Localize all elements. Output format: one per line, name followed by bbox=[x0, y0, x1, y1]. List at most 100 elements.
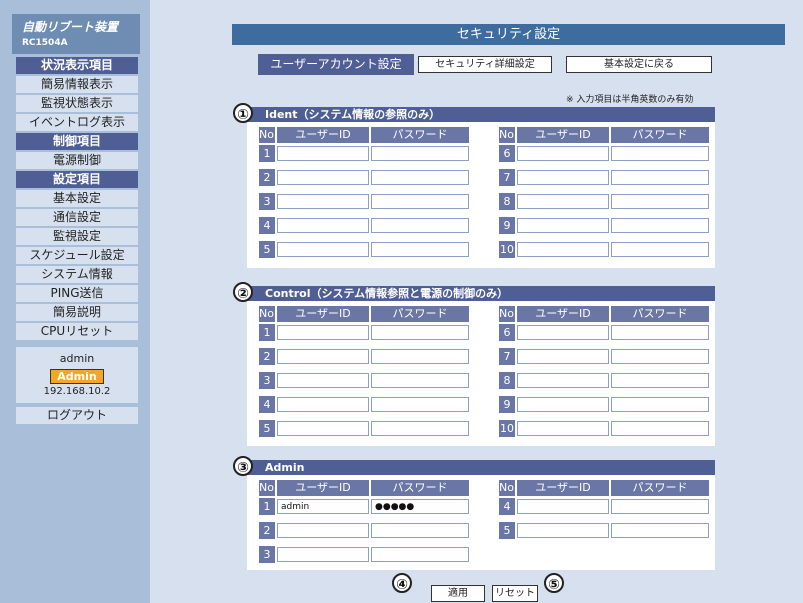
sidebar-item-12[interactable]: PING送信 bbox=[16, 285, 138, 302]
password-input[interactable] bbox=[371, 523, 469, 538]
password-input[interactable] bbox=[611, 373, 709, 388]
password-input[interactable] bbox=[371, 325, 469, 340]
sidebar-item-3[interactable]: イベントログ表示 bbox=[16, 114, 138, 131]
sidebar-item-8[interactable]: 通信設定 bbox=[16, 209, 138, 226]
password-input[interactable] bbox=[371, 242, 469, 257]
col-user-id-header: ユーザーID bbox=[517, 127, 609, 143]
user-id-input[interactable] bbox=[277, 170, 369, 185]
row-number: 2 bbox=[259, 169, 275, 186]
user-id-input[interactable] bbox=[277, 218, 369, 233]
password-input[interactable] bbox=[611, 218, 709, 233]
row-number: 2 bbox=[259, 348, 275, 365]
col-no-header: No. bbox=[499, 480, 518, 496]
password-input[interactable] bbox=[371, 373, 469, 388]
password-input[interactable] bbox=[611, 523, 709, 538]
user-id-input[interactable] bbox=[277, 523, 369, 538]
reset-button[interactable]: リセット bbox=[492, 585, 538, 602]
marker-4: ④ bbox=[392, 573, 412, 593]
password-input[interactable] bbox=[611, 242, 709, 257]
password-input[interactable] bbox=[371, 547, 469, 562]
row-number: 10 bbox=[499, 241, 515, 258]
password-input[interactable] bbox=[371, 349, 469, 364]
row-number: 5 bbox=[259, 241, 275, 258]
section-title: Admin bbox=[247, 460, 715, 475]
row-number: 8 bbox=[499, 193, 515, 210]
password-input[interactable] bbox=[611, 499, 709, 514]
col-password-header: パスワード bbox=[371, 127, 469, 143]
row-number: 7 bbox=[499, 169, 515, 186]
password-input[interactable] bbox=[371, 146, 469, 161]
col-user-id-header: ユーザーID bbox=[277, 306, 369, 322]
security-detail-button[interactable]: セキュリティ詳細設定 bbox=[418, 56, 552, 73]
password-input[interactable] bbox=[611, 170, 709, 185]
sidebar-item-7[interactable]: 基本設定 bbox=[16, 190, 138, 207]
logout-link[interactable]: ログアウト bbox=[16, 407, 138, 424]
sidebar-item-13[interactable]: 簡易説明 bbox=[16, 304, 138, 321]
col-password-header: パスワード bbox=[611, 127, 709, 143]
row-number: 1 bbox=[259, 498, 275, 515]
sidebar-item-9[interactable]: 監視設定 bbox=[16, 228, 138, 245]
row-number: 4 bbox=[259, 217, 275, 234]
user-id-input[interactable] bbox=[277, 325, 369, 340]
tab-user-account[interactable]: ユーザーアカウント設定 bbox=[258, 54, 414, 75]
col-no-header: No. bbox=[259, 127, 278, 143]
user-name: admin bbox=[59, 352, 95, 365]
user-id-input[interactable] bbox=[517, 499, 609, 514]
user-id-input[interactable] bbox=[277, 373, 369, 388]
password-input[interactable] bbox=[611, 349, 709, 364]
user-ip: 192.168.10.2 bbox=[43, 386, 111, 397]
password-input[interactable] bbox=[371, 218, 469, 233]
row-number: 6 bbox=[499, 324, 515, 341]
col-no-header: No. bbox=[499, 306, 518, 322]
password-input[interactable] bbox=[371, 421, 469, 436]
password-input[interactable] bbox=[611, 194, 709, 209]
sidebar-item-5[interactable]: 電源制御 bbox=[16, 152, 138, 169]
user-id-input[interactable] bbox=[277, 421, 369, 436]
logo: 自動リブート装置 RC1504A bbox=[12, 14, 140, 54]
password-input[interactable] bbox=[371, 194, 469, 209]
col-user-id-header: ユーザーID bbox=[277, 480, 369, 496]
section-2: Admin ③ No. ユーザーID パスワード No. ユーザーID パスワード 1 admin… bbox=[233, 456, 715, 570]
section-marker: ③ bbox=[233, 456, 253, 476]
password-input[interactable] bbox=[611, 421, 709, 436]
user-id-input[interactable] bbox=[517, 373, 609, 388]
password-input[interactable] bbox=[371, 397, 469, 412]
user-id-input[interactable] bbox=[517, 325, 609, 340]
sidebar-item-14[interactable]: CPUリセット bbox=[16, 323, 138, 340]
user-id-input[interactable] bbox=[517, 349, 609, 364]
apply-button[interactable]: 適用 bbox=[431, 585, 485, 602]
sidebar-item-10[interactable]: スケジュール設定 bbox=[16, 247, 138, 264]
user-id-input[interactable] bbox=[277, 349, 369, 364]
user-id-input[interactable] bbox=[517, 397, 609, 412]
sidebar-item-1[interactable]: 簡易情報表示 bbox=[16, 76, 138, 93]
user-id-input[interactable] bbox=[517, 170, 609, 185]
user-id-input[interactable] bbox=[517, 194, 609, 209]
user-id-input[interactable] bbox=[277, 242, 369, 257]
user-id-input[interactable] bbox=[277, 194, 369, 209]
password-input[interactable] bbox=[611, 325, 709, 340]
row-number: 5 bbox=[499, 522, 515, 539]
row-number: 10 bbox=[499, 420, 515, 437]
sidebar-section-6: 設定項目 bbox=[16, 171, 138, 188]
sidebar-item-11[interactable]: システム情報 bbox=[16, 266, 138, 283]
user-id-input[interactable] bbox=[277, 397, 369, 412]
sidebar-item-2[interactable]: 監視状態表示 bbox=[16, 95, 138, 112]
row-number: 9 bbox=[499, 396, 515, 413]
back-to-basic-button[interactable]: 基本設定に戻る bbox=[566, 56, 712, 73]
password-input[interactable] bbox=[371, 170, 469, 185]
user-id-input[interactable] bbox=[517, 146, 609, 161]
user-id-input[interactable]: admin bbox=[277, 499, 369, 514]
sidebar: 自動リブート装置 RC1504A 状況表示項目 簡易情報表示 監視状態表示 イベントロ… bbox=[0, 0, 150, 603]
user-id-input[interactable] bbox=[517, 421, 609, 436]
user-id-input[interactable] bbox=[277, 146, 369, 161]
user-id-input[interactable] bbox=[517, 523, 609, 538]
password-input[interactable] bbox=[611, 397, 709, 412]
password-input[interactable]: ●●●●● bbox=[371, 499, 469, 514]
user-id-input[interactable] bbox=[517, 218, 609, 233]
row-number: 3 bbox=[259, 372, 275, 389]
row-number: 4 bbox=[259, 396, 275, 413]
user-id-input[interactable] bbox=[277, 547, 369, 562]
user-id-input[interactable] bbox=[517, 242, 609, 257]
password-input[interactable] bbox=[611, 146, 709, 161]
main-panel: セキュリティ設定 ユーザーアカウント設定 セキュリティ詳細設定 基本設定に戻る … bbox=[150, 0, 803, 603]
